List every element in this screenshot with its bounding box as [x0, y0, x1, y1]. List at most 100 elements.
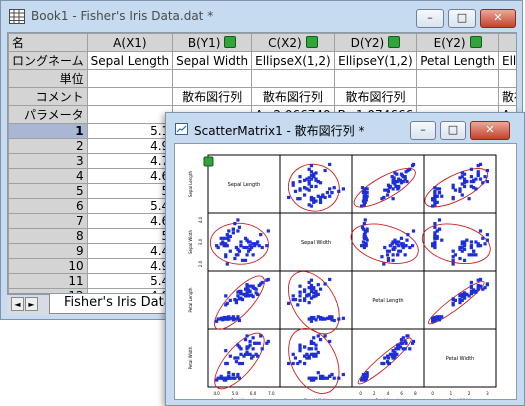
row-number[interactable]: 1	[8, 123, 88, 139]
data-point	[399, 338, 404, 342]
data-point	[248, 339, 252, 344]
data-point	[237, 249, 242, 253]
column-header[interactable]: E(Y2)	[416, 33, 500, 52]
row-number[interactable]: 2	[8, 138, 88, 154]
row-number[interactable]: 5	[8, 183, 88, 199]
x-tick-label: 6.0	[250, 391, 257, 396]
data-cell[interactable]: 5.1	[86, 123, 174, 139]
data-point	[453, 253, 458, 257]
column-header[interactable]: F	[498, 33, 516, 52]
data-point	[243, 236, 248, 240]
data-point	[330, 190, 334, 195]
data-point	[469, 284, 473, 288]
data-point	[307, 167, 311, 171]
data-point	[410, 244, 415, 248]
data-point	[298, 298, 302, 302]
header-cell[interactable]: Sepal Width	[172, 51, 253, 70]
data-point	[287, 301, 291, 305]
graph-maximize-button[interactable]: □	[440, 121, 466, 140]
graph-page[interactable]: Sepal Length Sepal Width Petal Length Petal…	[174, 143, 517, 400]
row-header-label[interactable]: パラメータ	[8, 105, 88, 124]
data-point	[462, 294, 467, 298]
data-point	[385, 188, 390, 192]
data-point	[478, 177, 483, 181]
row-number[interactable]: 7	[8, 213, 88, 229]
header-cell[interactable]: 散布図行列	[172, 87, 253, 106]
row-number[interactable]: 9	[8, 243, 88, 259]
header-cell[interactable]: Sepal Length	[86, 51, 174, 70]
header-cell[interactable]	[251, 69, 335, 88]
data-point	[440, 238, 444, 242]
header-cell[interactable]	[416, 69, 500, 88]
row-number[interactable]: 3	[8, 153, 88, 169]
data-point	[481, 236, 485, 240]
next-sheet-button[interactable]: ►	[25, 297, 38, 311]
sheet-tab[interactable]: Fisher's Iris Data	[49, 294, 179, 314]
row-number[interactable]: 11	[8, 273, 88, 289]
data-cell[interactable]: 4.7	[86, 153, 174, 169]
maximize-button[interactable]: □	[448, 9, 476, 28]
header-cell[interactable]	[333, 69, 418, 88]
header-cell[interactable]	[498, 69, 516, 88]
row-number[interactable]: 10	[8, 258, 88, 274]
data-cell[interactable]: 4.6	[86, 213, 174, 229]
data-cell[interactable]: 5.4	[86, 273, 174, 289]
header-cell[interactable]: 散布図行列	[251, 87, 335, 106]
data-point	[307, 292, 311, 296]
data-cell[interactable]: 5	[86, 183, 174, 199]
header-cell[interactable]: EllipseX(1,2)	[251, 51, 335, 70]
data-cell[interactable]: 4.6	[86, 168, 174, 184]
row-header-label[interactable]: ロングネーム	[8, 51, 88, 70]
graph-close-button[interactable]: ✕	[470, 121, 510, 140]
header-cell[interactable]: Ellips	[498, 51, 516, 70]
data-point	[460, 242, 464, 246]
x-tick-label: 5.0	[232, 391, 239, 396]
header-cell[interactable]: 散布	[498, 87, 516, 106]
minimize-button[interactable]: –	[416, 9, 444, 28]
row-number[interactable]: 8	[8, 228, 88, 244]
data-cell[interactable]: 5	[86, 228, 174, 244]
graph-window[interactable]: ScatterMatrix1 - 散布図行列 * – □ ✕ Sepal Len…	[165, 112, 525, 406]
prev-sheet-button[interactable]: ◄	[11, 297, 24, 311]
data-point	[312, 341, 316, 345]
close-button[interactable]: ✕	[480, 9, 516, 28]
header-cell[interactable]	[416, 87, 500, 106]
data-cell[interactable]: 4.9	[86, 138, 174, 154]
column-header[interactable]: D(Y2)	[333, 33, 418, 52]
workbook-titlebar[interactable]: Book1 - Fisher's Iris Data.dat * – □ ✕	[1, 1, 522, 31]
header-cell[interactable]: 散布図行列	[333, 87, 418, 106]
header-cell[interactable]	[86, 87, 174, 106]
data-point	[469, 167, 473, 171]
x-axis-variable-label: Petal Length	[376, 398, 401, 399]
data-cell[interactable]: 4.4	[86, 243, 174, 259]
column-header[interactable]: C(X2)	[251, 33, 335, 52]
header-cell[interactable]	[172, 69, 253, 88]
data-cell[interactable]: 4.9	[86, 258, 174, 274]
data-point	[474, 187, 478, 191]
row-header-label[interactable]: 単位	[8, 69, 88, 88]
data-point	[408, 347, 412, 351]
data-point	[328, 277, 332, 282]
header-cell[interactable]	[86, 105, 174, 124]
data-point	[458, 301, 462, 305]
corner-cell[interactable]: 名	[8, 33, 88, 52]
graph-minimize-button[interactable]: –	[410, 121, 436, 140]
data-point	[309, 347, 314, 351]
row-header-label[interactable]: コメント	[8, 87, 88, 106]
data-cell[interactable]: 5.4	[86, 198, 174, 214]
column-header[interactable]: B(Y1)	[172, 33, 253, 52]
y-axis-variable-label: Petal Length	[188, 287, 193, 312]
x-axis-variable-label: Sepal Width	[304, 398, 328, 399]
data-point	[395, 172, 399, 176]
data-point	[386, 258, 391, 262]
column-header[interactable]: A(X1)	[86, 33, 174, 52]
header-cell[interactable]	[86, 69, 174, 88]
header-cell[interactable]: EllipseY(1,2)	[333, 51, 418, 70]
data-point	[287, 361, 291, 366]
scatter-matrix-plot[interactable]: Sepal Length Sepal Width Petal Length Petal…	[175, 144, 516, 399]
data-point	[458, 245, 462, 250]
header-cell[interactable]: Petal Length	[416, 51, 500, 70]
row-number[interactable]: 6	[8, 198, 88, 214]
data-point	[233, 256, 237, 261]
row-number[interactable]: 4	[8, 168, 88, 184]
